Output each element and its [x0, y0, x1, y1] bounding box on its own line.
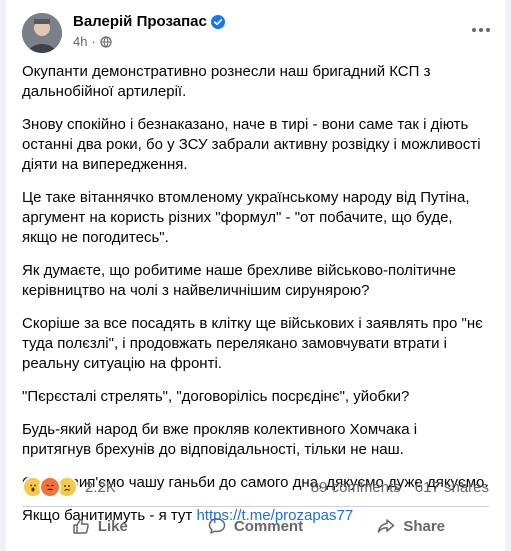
verified-badge-icon — [210, 14, 225, 29]
post-actions: Like Comment Share — [22, 508, 489, 544]
post-paragraph: Будь-який народ би вже прокляв колективн… — [22, 421, 418, 458]
post-body: Окупанти демонстративно рознесли наш бри… — [22, 62, 489, 539]
post-paragraph: Це таке вітаннячко втомленому українсько… — [22, 189, 470, 246]
share-icon — [378, 519, 395, 533]
author-name[interactable]: Валерій Прозапас — [73, 13, 207, 30]
post-paragraph: Знову спокійно і безнаказано, наче в тир… — [22, 116, 481, 173]
globe-icon — [100, 35, 112, 48]
post-paragraph: "Пєрєсталі стрелять", "договорілісь поср… — [22, 388, 410, 405]
reactions-count[interactable]: 2.2K — [85, 479, 116, 496]
share-button[interactable]: Share — [333, 509, 489, 543]
angry-icon — [39, 476, 61, 498]
like-icon — [73, 518, 89, 534]
meta-dot: · — [91, 34, 96, 49]
stats-right: 89 comments 617 shares — [311, 479, 489, 496]
post-paragraph: Як думаєте, що робитиме наше брехливе ві… — [22, 262, 456, 299]
more-options-icon[interactable] — [469, 22, 493, 38]
post-header: Валерій Прозапас 4h · — [6, 0, 505, 62]
comment-button[interactable]: Comment — [178, 509, 334, 543]
actions-divider — [22, 506, 489, 507]
author-avatar[interactable] — [22, 13, 62, 53]
post-time[interactable]: 4h — [73, 34, 87, 49]
post-paragraph: Окупанти демонстративно рознесли наш бри… — [22, 63, 431, 100]
comments-count[interactable]: 89 comments — [311, 479, 401, 496]
comment-icon — [208, 518, 226, 534]
post-card: Валерій Прозапас 4h · Окупанти демонстра… — [6, 0, 505, 551]
post-meta: 4h · — [73, 34, 112, 49]
post-paragraph: Скоріше за все посадять в клітку ще війс… — [22, 315, 483, 372]
reactions-summary[interactable]: 2.2K — [22, 476, 116, 498]
author-name-row[interactable]: Валерій Прозапас — [73, 13, 225, 30]
comment-label: Comment — [233, 517, 304, 535]
avatar-photo — [22, 13, 62, 53]
shares-count[interactable]: 617 shares — [415, 479, 489, 496]
post-stats: 2.2K 89 comments 617 shares — [22, 476, 489, 498]
like-button[interactable]: Like — [22, 509, 178, 543]
like-label: Like — [97, 517, 128, 535]
share-label: Share — [403, 517, 446, 535]
